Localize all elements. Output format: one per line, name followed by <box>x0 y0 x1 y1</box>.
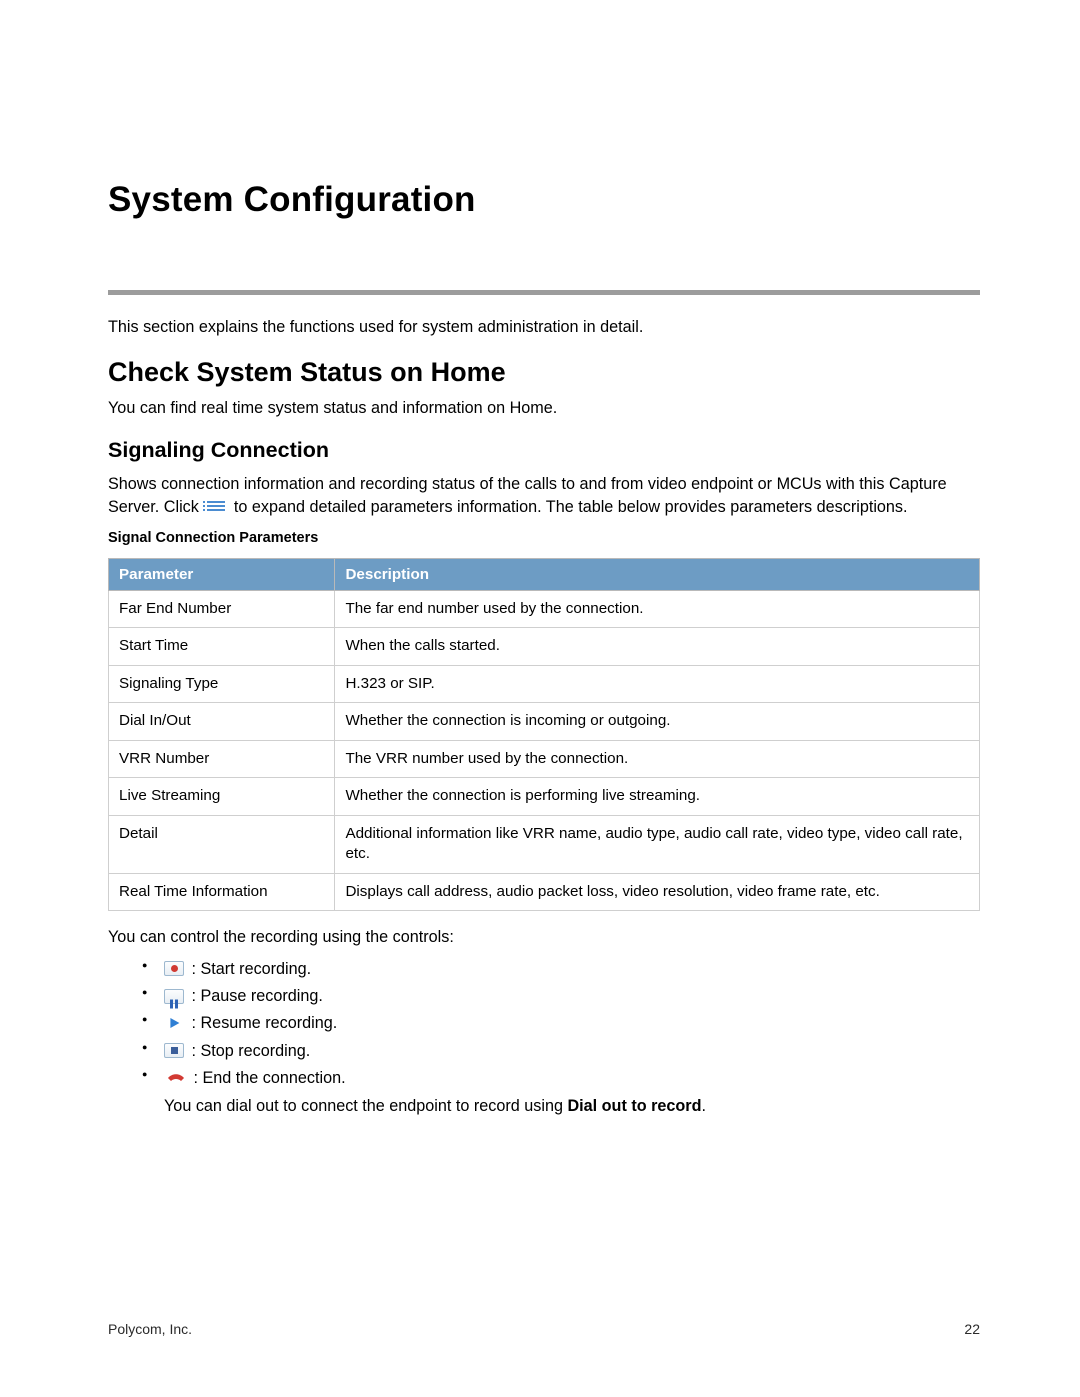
controls-intro: You can control the recording using the … <box>108 927 980 949</box>
table-header-parameter: Parameter <box>109 558 335 590</box>
desc-cell: Displays call address, audio packet loss… <box>335 873 980 911</box>
dialout-text: You can dial out to connect the endpoint… <box>164 1097 980 1116</box>
desc-cell: Additional information like VRR name, au… <box>335 815 980 873</box>
desc-cell: The far end number used by the connectio… <box>335 590 980 628</box>
hangup-icon <box>166 1070 186 1085</box>
table-row: Signaling TypeH.323 or SIP. <box>109 665 980 703</box>
list-item: : End the connection. <box>164 1066 980 1091</box>
table-row: Start TimeWhen the calls started. <box>109 628 980 666</box>
footer-company: Polycom, Inc. <box>108 1321 192 1337</box>
controls-list: : Start recording. : Pause recording. : … <box>108 957 980 1091</box>
desc-cell: When the calls started. <box>335 628 980 666</box>
expand-list-icon <box>207 500 225 514</box>
desc-cell: Whether the connection is performing liv… <box>335 778 980 816</box>
stop-icon <box>164 1043 184 1058</box>
intro-paragraph: This section explains the functions used… <box>108 317 980 339</box>
desc-cell: The VRR number used by the connection. <box>335 740 980 778</box>
table-caption: Signal Connection Parameters <box>108 530 980 546</box>
parameters-table: Parameter Description Far End NumberThe … <box>108 558 980 912</box>
page-title: System Configuration <box>108 180 980 220</box>
table-row: VRR NumberThe VRR number used by the con… <box>109 740 980 778</box>
list-item: : Pause recording. <box>164 984 980 1009</box>
footer-page-number: 22 <box>964 1321 980 1337</box>
param-cell: Far End Number <box>109 590 335 628</box>
subsection-text: Shows connection information and recordi… <box>108 473 980 520</box>
control-label: : Stop recording. <box>192 1042 311 1060</box>
desc-cell: Whether the connection is incoming or ou… <box>335 703 980 741</box>
table-row: Dial In/OutWhether the connection is inc… <box>109 703 980 741</box>
subsection-heading: Signaling Connection <box>108 438 980 463</box>
horizontal-rule <box>108 290 980 295</box>
control-label: : Start recording. <box>192 960 312 978</box>
param-cell: VRR Number <box>109 740 335 778</box>
desc-cell: H.323 or SIP. <box>335 665 980 703</box>
table-row: Real Time InformationDisplays call addre… <box>109 873 980 911</box>
param-cell: Dial In/Out <box>109 703 335 741</box>
section-heading: Check System Status on Home <box>108 357 980 388</box>
play-icon <box>164 1016 184 1031</box>
dialout-suffix: . <box>702 1097 707 1115</box>
table-row: DetailAdditional information like VRR na… <box>109 815 980 873</box>
section-text: You can find real time system status and… <box>108 398 980 420</box>
text-after-icon: to expand detailed parameters informatio… <box>234 498 908 516</box>
table-row: Live StreamingWhether the connection is … <box>109 778 980 816</box>
control-label: : End the connection. <box>194 1069 346 1087</box>
param-cell: Detail <box>109 815 335 873</box>
param-cell: Signaling Type <box>109 665 335 703</box>
table-row: Far End NumberThe far end number used by… <box>109 590 980 628</box>
param-cell: Live Streaming <box>109 778 335 816</box>
control-label: : Resume recording. <box>192 1014 338 1032</box>
table-header-description: Description <box>335 558 980 590</box>
pause-icon <box>164 989 184 1004</box>
page-footer: Polycom, Inc. 22 <box>108 1321 980 1337</box>
list-item: : Stop recording. <box>164 1039 980 1064</box>
document-page: System Configuration This section explai… <box>0 0 1080 1397</box>
control-label: : Pause recording. <box>192 987 323 1005</box>
param-cell: Start Time <box>109 628 335 666</box>
param-cell: Real Time Information <box>109 873 335 911</box>
dialout-prefix: You can dial out to connect the endpoint… <box>164 1097 567 1115</box>
list-item: : Resume recording. <box>164 1011 980 1036</box>
list-item: : Start recording. <box>164 957 980 982</box>
record-icon <box>164 961 184 976</box>
dialout-bold: Dial out to record <box>567 1097 701 1115</box>
